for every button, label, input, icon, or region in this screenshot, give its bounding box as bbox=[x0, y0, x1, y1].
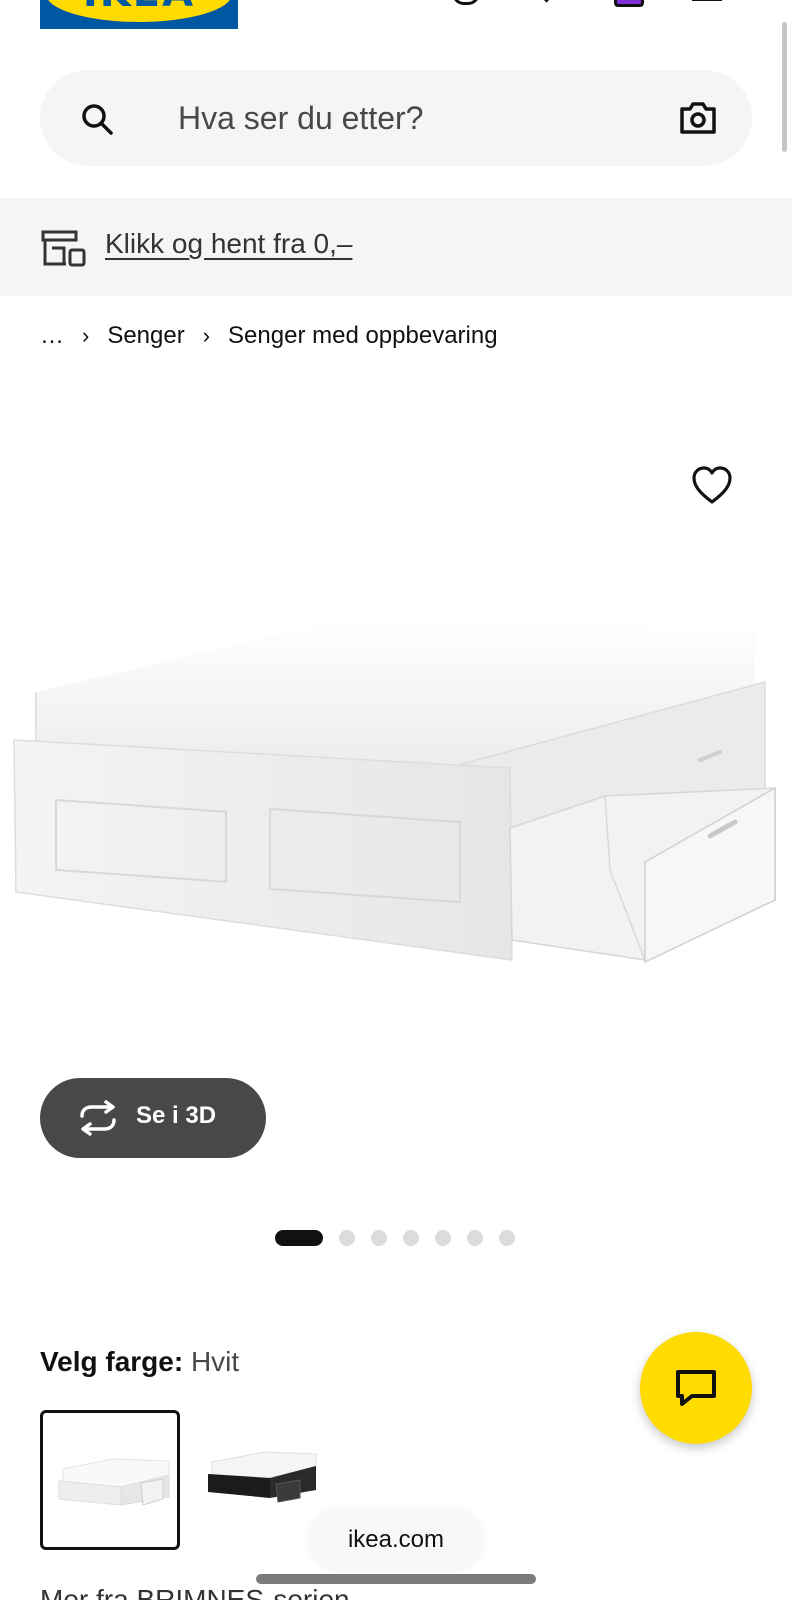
chevron-right-icon: › bbox=[82, 323, 90, 348]
rotate-3d-icon bbox=[80, 1100, 116, 1136]
search-bar[interactable]: Hva ser du etter? bbox=[40, 70, 752, 166]
favorite-heart-icon[interactable] bbox=[690, 464, 734, 508]
gallery-dot-5[interactable] bbox=[435, 1230, 451, 1246]
breadcrumb: … › Senger › Senger med oppbevaring bbox=[40, 322, 498, 350]
breadcrumb-ellipsis[interactable]: … bbox=[40, 322, 64, 350]
white-bed-thumbnail bbox=[58, 1458, 170, 1506]
click-collect-link[interactable]: Klikk og hent fra 0,– bbox=[105, 228, 352, 260]
chat-button[interactable] bbox=[640, 1332, 752, 1444]
gallery-dot-7[interactable] bbox=[499, 1230, 515, 1246]
chat-icon bbox=[676, 1370, 716, 1406]
color-selected-value: Hvit bbox=[190, 1346, 240, 1377]
more-series-heading: Mer fra BRIMNES-serien bbox=[40, 1584, 350, 1600]
url-text: ikea.com bbox=[347, 1526, 445, 1553]
shopping-bag-icon[interactable] bbox=[608, 0, 644, 7]
gallery-dot-2[interactable] bbox=[339, 1230, 355, 1246]
menu-icon[interactable] bbox=[688, 0, 722, 4]
ikea-logo[interactable]: IKEA bbox=[40, 0, 238, 29]
click-collect-banner[interactable]: Klikk og hent fra 0,– bbox=[0, 198, 792, 296]
chevron-right-icon: › bbox=[202, 323, 211, 348]
color-selector-label: Velg farge: Hvit bbox=[40, 1346, 239, 1378]
gallery-dot-3[interactable] bbox=[371, 1230, 387, 1246]
heart-icon[interactable] bbox=[528, 0, 562, 4]
breadcrumb-item-senger-med-oppbevaring[interactable]: Senger med oppbevaring bbox=[228, 322, 498, 350]
product-image[interactable] bbox=[0, 600, 792, 1070]
browser-url-bar[interactable]: ikea.com bbox=[308, 1508, 484, 1572]
color-swatch-white[interactable] bbox=[40, 1410, 180, 1550]
gallery-indicator bbox=[275, 1230, 515, 1246]
search-input[interactable]: Hva ser du etter? bbox=[178, 100, 423, 137]
store-pickup-icon bbox=[41, 230, 86, 267]
search-icon bbox=[82, 104, 113, 135]
color-label-title: Velg farge: bbox=[40, 1346, 184, 1377]
gallery-dot-4[interactable] bbox=[403, 1230, 419, 1246]
view-3d-label: Se i 3D bbox=[136, 1102, 217, 1129]
header-icons bbox=[448, 0, 722, 7]
home-indicator[interactable] bbox=[256, 1574, 536, 1584]
view-3d-button[interactable]: Se i 3D bbox=[40, 1078, 266, 1158]
gallery-dot-1[interactable] bbox=[275, 1230, 323, 1246]
breadcrumb-item-senger[interactable]: Senger bbox=[107, 322, 184, 350]
camera-icon[interactable] bbox=[678, 100, 718, 136]
user-icon[interactable] bbox=[448, 0, 482, 5]
gallery-dot-6[interactable] bbox=[467, 1230, 483, 1246]
scrollbar[interactable] bbox=[782, 22, 787, 152]
logo-text: IKEA bbox=[40, 0, 238, 16]
